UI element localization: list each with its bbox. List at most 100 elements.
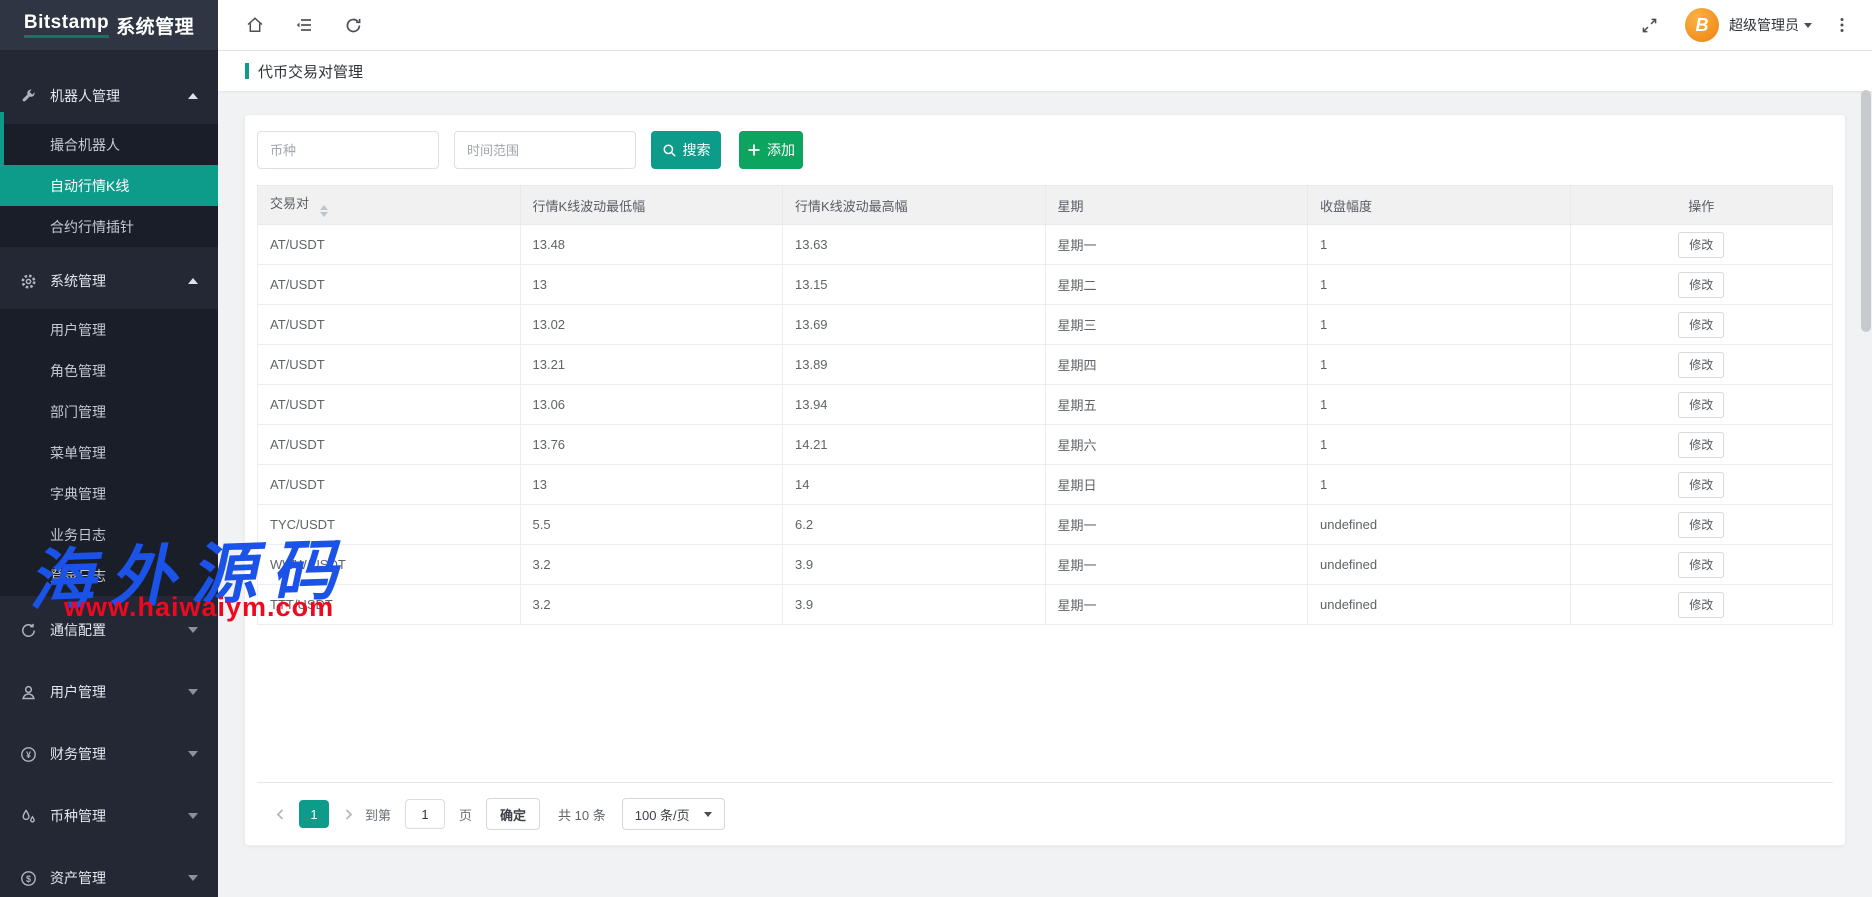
edit-button[interactable]: 修改 (1678, 352, 1724, 378)
total-count-label: 共 10 条 (558, 805, 606, 824)
edit-button[interactable]: 修改 (1678, 592, 1724, 618)
user-dropdown-trigger[interactable]: B 超级管理员 (1659, 8, 1812, 42)
edit-button[interactable]: 修改 (1678, 512, 1724, 538)
week-cell: 星期五 (1045, 385, 1308, 425)
comm-icon (20, 622, 37, 639)
main-area: B 超级管理员 代币交易对管理 (218, 0, 1872, 897)
week-cell: 星期二 (1045, 265, 1308, 305)
pair-cell: AT/USDT (258, 345, 521, 385)
column-header-close: 收盘幅度 (1308, 186, 1571, 225)
pair-cell: TTT/USDT (258, 585, 521, 625)
pair-cell: AT/USDT (258, 465, 521, 505)
actions-cell: 修改 (1570, 385, 1833, 425)
add-button[interactable]: 添加 (739, 131, 803, 169)
table-header-row: 交易对 行情K线波动最低幅 行情K线波动最高幅 星期 收盘幅度 操作 (258, 186, 1833, 225)
filter-bar: 搜索 添加 (257, 131, 1833, 169)
column-header-pair[interactable]: 交易对 (258, 186, 521, 225)
max-cell: 14 (783, 465, 1046, 505)
edit-button[interactable]: 修改 (1678, 552, 1724, 578)
sidebar-item[interactable]: 合约行情插针 (0, 206, 218, 247)
title-accent-bar (245, 63, 249, 79)
confirm-button[interactable]: 确定 (486, 798, 540, 830)
next-page-icon[interactable] (337, 800, 359, 828)
goto-page-input[interactable] (405, 799, 445, 829)
svg-text:$: $ (26, 873, 31, 883)
sidebar-item[interactable]: 部门管理 (0, 391, 218, 432)
page-size-select[interactable]: 100 条/页 (622, 798, 725, 830)
max-cell: 13.63 (783, 225, 1046, 265)
actions-cell: 修改 (1570, 465, 1833, 505)
edit-button[interactable]: 修改 (1678, 392, 1724, 418)
topbar: B 超级管理员 (218, 0, 1872, 51)
sidebar-item[interactable]: 业务日志 (0, 514, 218, 555)
drops-icon (20, 808, 37, 825)
sidebar-item[interactable]: 角色管理 (0, 350, 218, 391)
kebab-menu-icon[interactable] (1832, 15, 1852, 35)
sidebar-item[interactable]: 登录日志 (0, 555, 218, 596)
week-cell: 星期四 (1045, 345, 1308, 385)
min-cell: 13.21 (520, 345, 783, 385)
sidebar-section-4[interactable]: 用户管理 (0, 664, 218, 720)
week-cell: 星期一 (1045, 585, 1308, 625)
page-number-button[interactable]: 1 (299, 800, 329, 828)
fold-menu-icon[interactable] (294, 15, 314, 35)
gear-icon (20, 273, 37, 290)
sidebar-section-1[interactable]: 机器人管理 (0, 68, 218, 124)
search-button[interactable]: 搜索 (651, 131, 721, 169)
table-row: AT/USDT13.2113.89星期四1修改 (258, 345, 1833, 385)
sort-icon[interactable] (320, 205, 328, 217)
add-button-label: 添加 (767, 140, 795, 160)
table-empty-space (257, 625, 1833, 782)
max-cell: 13.15 (783, 265, 1046, 305)
close-cell: 1 (1308, 305, 1571, 345)
column-header-min: 行情K线波动最低幅 (520, 186, 783, 225)
page-size-value: 100 条/页 (635, 805, 690, 824)
page-scrollbar-thumb[interactable] (1861, 90, 1871, 332)
app-logo: Bitstamp 系统管理 (0, 0, 218, 50)
week-cell: 星期六 (1045, 425, 1308, 465)
chevron-down-icon (188, 627, 198, 633)
edit-button[interactable]: 修改 (1678, 472, 1724, 498)
sidebar-section-5[interactable]: ¥财务管理 (0, 726, 218, 782)
edit-button[interactable]: 修改 (1678, 312, 1724, 338)
daterange-input[interactable] (454, 131, 636, 169)
edit-button[interactable]: 修改 (1678, 232, 1724, 258)
search-icon (662, 143, 677, 158)
prev-page-icon[interactable] (269, 800, 291, 828)
pair-cell: TYC/USDT (258, 505, 521, 545)
min-cell: 13 (520, 465, 783, 505)
sidebar-section-7[interactable]: $ 资产管理 (0, 850, 218, 897)
actions-cell: 修改 (1570, 585, 1833, 625)
sidebar-item[interactable]: 字典管理 (0, 473, 218, 514)
currency-input[interactable] (257, 131, 439, 169)
sidebar-item[interactable]: 自动行情K线 (0, 165, 218, 206)
min-cell: 13.02 (520, 305, 783, 345)
app-root: Bitstamp 系统管理 机器人管理撮合机器人自动行情K线合约行情插针系统管理… (0, 0, 1872, 897)
edit-button[interactable]: 修改 (1678, 272, 1724, 298)
column-header-week: 星期 (1045, 186, 1308, 225)
sidebar-item[interactable]: 菜单管理 (0, 432, 218, 473)
fullscreen-icon[interactable] (1639, 15, 1659, 35)
sidebar-item[interactable]: 用户管理 (0, 309, 218, 350)
table-row: WWW/USDT3.23.9星期一undefined修改 (258, 545, 1833, 585)
sidebar-section-2[interactable]: 系统管理 (0, 253, 218, 309)
edit-button[interactable]: 修改 (1678, 432, 1724, 458)
goto-prefix-label: 到第 (365, 805, 391, 824)
sidebar-section-label: 用户管理 (50, 682, 188, 702)
pair-cell: AT/USDT (258, 385, 521, 425)
max-cell: 13.89 (783, 345, 1046, 385)
svg-text:¥: ¥ (26, 749, 31, 759)
home-icon[interactable] (245, 15, 265, 35)
refresh-icon[interactable] (343, 15, 363, 35)
wrench-icon (20, 88, 37, 105)
sidebar-item[interactable]: 撮合机器人 (0, 124, 218, 165)
table-row: TYC/USDT5.56.2星期一undefined修改 (258, 505, 1833, 545)
sidebar-scrollbar-thumb[interactable] (0, 112, 4, 168)
sidebar-section-label: 机器人管理 (50, 86, 188, 106)
max-cell: 13.94 (783, 385, 1046, 425)
sidebar-section: 机器人管理撮合机器人自动行情K线合约行情插针 (0, 68, 218, 247)
sidebar-section-label: 资产管理 (50, 868, 188, 888)
chevron-down-icon (1804, 23, 1812, 28)
sidebar-section-6[interactable]: 币种管理 (0, 788, 218, 844)
sidebar-section-3[interactable]: 通信配置 (0, 602, 218, 658)
